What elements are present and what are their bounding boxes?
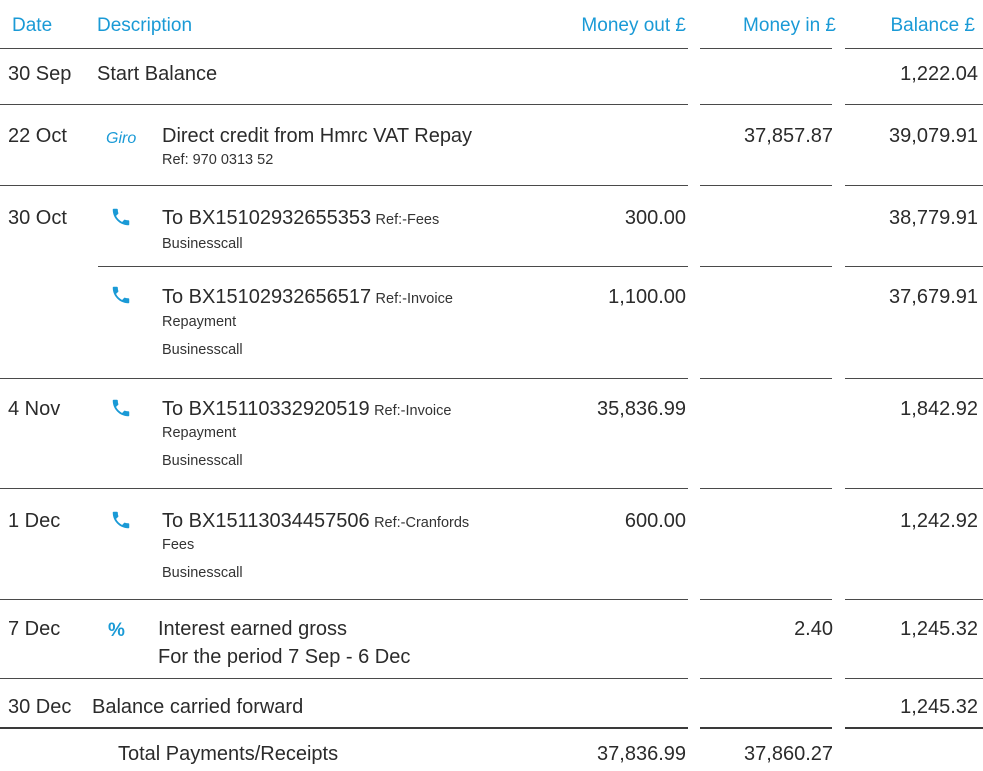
row-rule <box>0 104 688 105</box>
start-balance: 1,222.04 <box>900 63 978 85</box>
row-description: To BX15102932656517 <box>162 286 372 308</box>
row-rule <box>700 185 832 186</box>
header-rule <box>845 48 983 49</box>
row-money-in: 2.40 <box>794 618 833 640</box>
phone-icon <box>112 208 130 226</box>
start-date: 30 Sep <box>8 63 72 85</box>
row-description: Interest earned gross <box>158 618 347 640</box>
row-date: 7 Dec <box>8 618 61 640</box>
row-description-line: To BX15102932656517 Ref:-Invoice <box>162 286 453 309</box>
row-money-out: 600.00 <box>624 510 686 532</box>
row-balance: 1,242.92 <box>900 510 978 532</box>
row-rule <box>845 185 983 186</box>
row-balance: 39,079.91 <box>889 125 978 147</box>
row-sub-line: Businesscall <box>162 565 243 581</box>
row-sub-line: Businesscall <box>162 236 243 252</box>
row-rule <box>845 266 983 267</box>
giro-icon: Giro <box>106 130 137 147</box>
row-rule <box>845 599 983 600</box>
row-rule <box>700 266 832 267</box>
row-rule <box>845 104 983 105</box>
row-description-line: To BX15113034457506 Ref:-Cranfords <box>162 510 469 533</box>
row-rule <box>845 678 983 679</box>
phone-icon <box>112 399 130 417</box>
row-money-out: 35,836.99 <box>597 398 686 420</box>
row-description-line: To BX15110332920519 Ref:-Invoice <box>162 398 451 421</box>
row-sub-line: Businesscall <box>162 342 243 358</box>
carried-date: 30 Dec <box>8 696 72 718</box>
column-header-money-out: Money out £ <box>581 15 686 36</box>
column-header-date: Date <box>12 15 53 36</box>
totals-money-out: 37,836.99 <box>597 743 686 765</box>
row-rule <box>845 378 983 379</box>
row-date: 22 Oct <box>8 125 67 147</box>
row-sub-line: Ref: 970 0313 52 <box>162 152 274 168</box>
row-ref: Ref:-Invoice <box>374 403 452 419</box>
row-rule <box>0 378 688 379</box>
row-rule <box>0 678 688 679</box>
carried-label: Balance carried forward <box>92 696 304 718</box>
totals-label: Total Payments/Receipts <box>118 743 339 765</box>
row-balance: 38,779.91 <box>889 207 978 229</box>
row-description: To BX15102932655353 <box>162 207 372 229</box>
row-balance: 1,842.92 <box>900 398 978 420</box>
row-description: Direct credit from Hmrc VAT Repay <box>162 125 473 147</box>
row-ref: Ref:-Fees <box>375 212 440 228</box>
row-sub-line: Repayment <box>162 425 237 441</box>
total-rule <box>700 727 832 729</box>
row-date: 30 Oct <box>8 207 67 229</box>
totals-money-in: 37,860.27 <box>744 743 833 765</box>
row-balance: 37,679.91 <box>889 286 978 308</box>
row-rule <box>0 185 688 186</box>
phone-icon <box>112 286 130 304</box>
phone-icon <box>112 511 130 529</box>
start-label: Start Balance <box>97 63 218 85</box>
row-rule <box>0 488 688 489</box>
row-rule <box>700 488 832 489</box>
row-sub-line: Businesscall <box>162 453 243 469</box>
row-sub-line: Repayment <box>162 314 237 330</box>
row-money-out: 300.00 <box>624 207 686 229</box>
row-money-out: 1,100.00 <box>608 286 686 308</box>
row-ref: Ref:-Invoice <box>375 291 453 307</box>
row-description-line: To BX15102932655353 Ref:-Fees <box>162 207 439 230</box>
column-header-balance: Balance £ <box>890 15 975 36</box>
total-rule <box>0 727 688 729</box>
total-rule <box>845 727 983 729</box>
row-rule <box>98 266 688 267</box>
row-rule <box>700 678 832 679</box>
carried-balance: 1,245.32 <box>900 696 978 718</box>
row-date: 1 Dec <box>8 510 61 532</box>
header-rule <box>700 48 832 49</box>
row-rule <box>845 488 983 489</box>
row-rule <box>700 378 832 379</box>
column-header-money-in: Money in £ <box>743 15 836 36</box>
header-rule <box>0 48 688 49</box>
row-description: To BX15113034457506 <box>162 510 370 532</box>
row-description: To BX15110332920519 <box>162 398 370 420</box>
percent-icon: % <box>108 620 125 641</box>
row-sub-line: Fees <box>162 537 195 553</box>
column-header-description: Description <box>97 15 193 36</box>
row-sub-line: For the period 7 Sep - 6 Dec <box>158 646 411 668</box>
row-money-in: 37,857.87 <box>744 125 833 147</box>
row-ref: Ref:-Cranfords <box>374 515 470 531</box>
row-rule <box>0 599 688 600</box>
row-balance: 1,245.32 <box>900 618 978 640</box>
row-date: 4 Nov <box>8 398 61 420</box>
row-rule <box>700 104 832 105</box>
row-rule <box>700 599 832 600</box>
